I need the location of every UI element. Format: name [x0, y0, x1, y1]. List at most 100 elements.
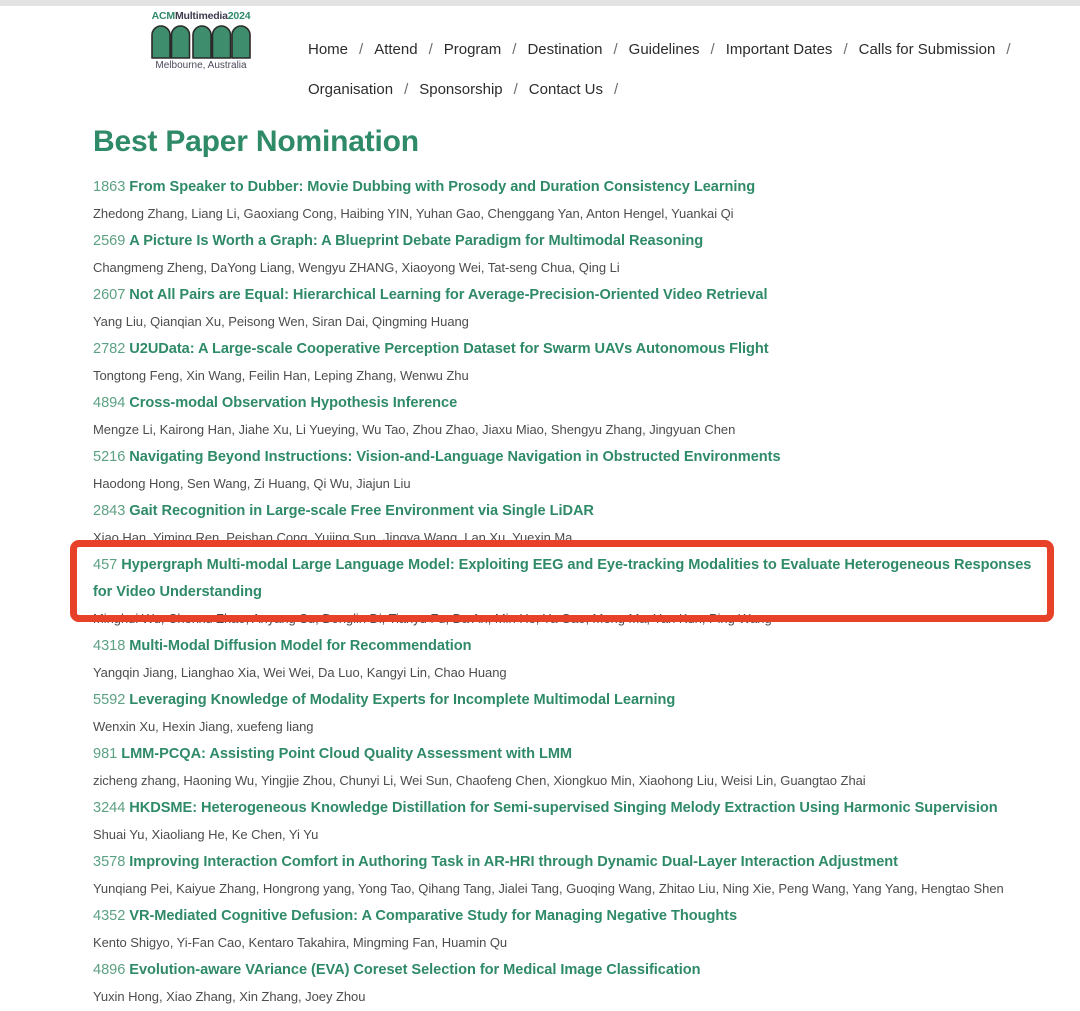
- page-root: ACMMultimedia2024 Melbourne, Australia H…: [0, 6, 1080, 1008]
- logo-year-text: 2024: [228, 10, 251, 22]
- paper-authors: Minghui Wu, Chenxu Zhao, Anyang Su, Dong…: [93, 606, 1053, 632]
- nav-item-organisation[interactable]: Organisation: [308, 70, 393, 110]
- paper-title-line[interactable]: 4896Evolution-aware VAriance (EVA) Cores…: [93, 957, 1053, 984]
- nav-separator: /: [514, 70, 518, 110]
- paper-title[interactable]: LMM-PCQA: Assisting Point Cloud Quality …: [121, 746, 572, 762]
- nav-separator: /: [429, 30, 433, 70]
- site-logo[interactable]: ACMMultimedia2024 Melbourne, Australia: [146, 10, 256, 72]
- nav-item-program[interactable]: Program: [444, 30, 502, 70]
- paper-title-line[interactable]: 4352VR-Mediated Cognitive Defusion: A Co…: [93, 903, 1053, 930]
- paper-title[interactable]: Hypergraph Multi-modal Large Language Mo…: [93, 557, 1031, 600]
- paper-authors: Wenxin Xu, Hexin Jiang, xuefeng liang: [93, 714, 1053, 740]
- nav-separator: /: [613, 30, 617, 70]
- paper-id: 2607: [93, 287, 125, 303]
- paper-title[interactable]: Navigating Beyond Instructions: Vision-a…: [129, 449, 780, 465]
- nav-separator: /: [614, 70, 618, 110]
- paper-title[interactable]: Gait Recognition in Large-scale Free Env…: [129, 503, 594, 519]
- paper-title-line[interactable]: 5216Navigating Beyond Instructions: Visi…: [93, 444, 1053, 471]
- paper-title[interactable]: From Speaker to Dubber: Movie Dubbing wi…: [129, 179, 755, 195]
- paper-title-line[interactable]: 3244HKDSME: Heterogeneous Knowledge Dist…: [93, 795, 1053, 822]
- nav-item-destination[interactable]: Destination: [527, 30, 602, 70]
- paper-id: 3244: [93, 800, 125, 816]
- paper-authors: Changmeng Zheng, DaYong Liang, Wengyu ZH…: [93, 255, 1053, 281]
- paper-title-line[interactable]: 981LMM-PCQA: Assisting Point Cloud Quali…: [93, 741, 1053, 768]
- main-navigation: Home/Attend/Program/Destination/Guidelin…: [308, 30, 1068, 110]
- paper-authors: Yuxin Hong, Xiao Zhang, Xin Zhang, Joey …: [93, 984, 1053, 1010]
- paper-title[interactable]: Not All Pairs are Equal: Hierarchical Le…: [129, 287, 767, 303]
- paper-authors: Yangqin Jiang, Lianghao Xia, Wei Wei, Da…: [93, 660, 1053, 686]
- nav-separator: /: [1006, 30, 1010, 70]
- paper-title[interactable]: Leveraging Knowledge of Modality Experts…: [129, 692, 675, 708]
- paper-authors: Shuai Yu, Xiaoliang He, Ke Chen, Yi Yu: [93, 822, 1053, 848]
- paper-title-line[interactable]: 3578Improving Interaction Comfort in Aut…: [93, 849, 1053, 876]
- nav-item-sponsorship[interactable]: Sponsorship: [419, 70, 502, 110]
- paper-id: 981: [93, 746, 117, 762]
- paper-id: 2843: [93, 503, 125, 519]
- paper-entry: 4896Evolution-aware VAriance (EVA) Cores…: [93, 957, 1053, 1010]
- nav-item-home[interactable]: Home: [308, 30, 348, 70]
- paper-id: 5592: [93, 692, 125, 708]
- paper-authors: Yunqiang Pei, Kaiyue Zhang, Hongrong yan…: [93, 876, 1053, 902]
- paper-authors: Mengze Li, Kairong Han, Jiahe Xu, Li Yue…: [93, 417, 1053, 443]
- paper-title-line[interactable]: 457Hypergraph Multi-modal Large Language…: [93, 552, 1053, 606]
- paper-title-line[interactable]: 2569A Picture Is Worth a Graph: A Bluepr…: [93, 228, 1053, 255]
- paper-id: 3578: [93, 854, 125, 870]
- paper-id: 2782: [93, 341, 125, 357]
- paper-title-line[interactable]: 1863From Speaker to Dubber: Movie Dubbin…: [93, 174, 1053, 201]
- paper-entry: 3244HKDSME: Heterogeneous Knowledge Dist…: [93, 795, 1053, 848]
- nav-item-guidelines[interactable]: Guidelines: [629, 30, 700, 70]
- paper-entry: 4352VR-Mediated Cognitive Defusion: A Co…: [93, 903, 1053, 956]
- page-title: Best Paper Nomination: [93, 124, 1053, 160]
- paper-entry: 5592Leveraging Knowledge of Modality Exp…: [93, 687, 1053, 740]
- paper-title[interactable]: VR-Mediated Cognitive Defusion: A Compar…: [129, 908, 737, 924]
- paper-title-line[interactable]: 2843Gait Recognition in Large-scale Free…: [93, 498, 1053, 525]
- nav-row-secondary: Organisation/Sponsorship/Contact Us/: [308, 70, 1068, 110]
- paper-id: 4318: [93, 638, 125, 654]
- paper-title-line[interactable]: 4894Cross-modal Observation Hypothesis I…: [93, 390, 1053, 417]
- paper-title[interactable]: Evolution-aware VAriance (EVA) Coreset S…: [129, 962, 700, 978]
- logo-acm-text: ACM: [152, 10, 175, 22]
- nav-item-calls-for-submission[interactable]: Calls for Submission: [859, 30, 996, 70]
- site-header: ACMMultimedia2024 Melbourne, Australia H…: [0, 6, 1080, 106]
- paper-authors: Yang Liu, Qianqian Xu, Peisong Wen, Sira…: [93, 309, 1053, 335]
- nav-item-important-dates[interactable]: Important Dates: [726, 30, 833, 70]
- paper-title-line[interactable]: 2782U2UData: A Large-scale Cooperative P…: [93, 336, 1053, 363]
- paper-entry: 1863From Speaker to Dubber: Movie Dubbin…: [93, 174, 1053, 227]
- paper-authors: zicheng zhang, Haoning Wu, Yingjie Zhou,…: [93, 768, 1053, 794]
- paper-authors: Haodong Hong, Sen Wang, Zi Huang, Qi Wu,…: [93, 471, 1053, 497]
- paper-id: 2569: [93, 233, 125, 249]
- nav-item-contact-us[interactable]: Contact Us: [529, 70, 603, 110]
- nav-separator: /: [359, 30, 363, 70]
- logo-mm-mark-icon: [150, 24, 252, 59]
- paper-entry: 2843Gait Recognition in Large-scale Free…: [93, 498, 1053, 551]
- paper-id: 4352: [93, 908, 125, 924]
- paper-entry: 2607Not All Pairs are Equal: Hierarchica…: [93, 282, 1053, 335]
- paper-title[interactable]: Improving Interaction Comfort in Authori…: [129, 854, 898, 870]
- paper-authors: Xiao Han, Yiming Ren, Peishan Cong, Yuji…: [93, 525, 1053, 551]
- paper-title[interactable]: Multi-Modal Diffusion Model for Recommen…: [129, 638, 471, 654]
- paper-authors: Kento Shigyo, Yi-Fan Cao, Kentaro Takahi…: [93, 930, 1053, 956]
- paper-id: 4894: [93, 395, 125, 411]
- nav-separator: /: [512, 30, 516, 70]
- paper-title-line[interactable]: 5592Leveraging Knowledge of Modality Exp…: [93, 687, 1053, 714]
- paper-entry: 4318Multi-Modal Diffusion Model for Reco…: [93, 633, 1053, 686]
- paper-title[interactable]: Cross-modal Observation Hypothesis Infer…: [129, 395, 457, 411]
- paper-title[interactable]: U2UData: A Large-scale Cooperative Perce…: [129, 341, 768, 357]
- logo-multimedia-text: Multimedia: [175, 10, 228, 22]
- paper-entry: 2569A Picture Is Worth a Graph: A Bluepr…: [93, 228, 1053, 281]
- paper-title-line[interactable]: 4318Multi-Modal Diffusion Model for Reco…: [93, 633, 1053, 660]
- nav-row-primary: Home/Attend/Program/Destination/Guidelin…: [308, 30, 1068, 70]
- paper-title-line[interactable]: 2607Not All Pairs are Equal: Hierarchica…: [93, 282, 1053, 309]
- paper-entry: 5216Navigating Beyond Instructions: Visi…: [93, 444, 1053, 497]
- nav-item-attend[interactable]: Attend: [374, 30, 417, 70]
- nav-separator: /: [711, 30, 715, 70]
- paper-authors: Zhedong Zhang, Liang Li, Gaoxiang Cong, …: [93, 201, 1053, 227]
- paper-title[interactable]: A Picture Is Worth a Graph: A Blueprint …: [129, 233, 703, 249]
- paper-id: 1863: [93, 179, 125, 195]
- paper-list: 1863From Speaker to Dubber: Movie Dubbin…: [93, 174, 1053, 1010]
- paper-title[interactable]: HKDSME: Heterogeneous Knowledge Distilla…: [129, 800, 997, 816]
- logo-city-text: Melbourne, Australia: [146, 60, 256, 72]
- paper-entry: 3578Improving Interaction Comfort in Aut…: [93, 849, 1053, 902]
- paper-entry: 2782U2UData: A Large-scale Cooperative P…: [93, 336, 1053, 389]
- paper-entry: 457Hypergraph Multi-modal Large Language…: [93, 552, 1053, 632]
